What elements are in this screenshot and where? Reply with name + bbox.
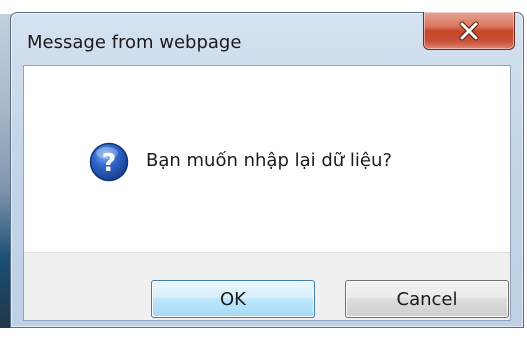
close-button[interactable] bbox=[423, 12, 515, 50]
svg-text:?: ? bbox=[102, 148, 117, 177]
title-bar[interactable]: Message from webpage bbox=[11, 12, 523, 65]
background-strip-bottom bbox=[0, 328, 527, 345]
question-icon: ? bbox=[89, 142, 129, 182]
button-row: OK Cancel bbox=[24, 252, 510, 320]
ok-button[interactable]: OK bbox=[151, 280, 315, 318]
message-dialog: Message from webpage ? Bạn muốn nhập lại… bbox=[10, 12, 524, 328]
dialog-client-area: ? Bạn muốn nhập lại dữ liệu? OK Cancel bbox=[23, 65, 511, 321]
message-text: Bạn muốn nhập lại dữ liệu? bbox=[146, 150, 392, 171]
cancel-button[interactable]: Cancel bbox=[345, 280, 509, 318]
dialog-title: Message from webpage bbox=[27, 32, 242, 53]
message-area: ? Bạn muốn nhập lại dữ liệu? bbox=[24, 66, 510, 252]
close-icon bbox=[424, 12, 514, 49]
